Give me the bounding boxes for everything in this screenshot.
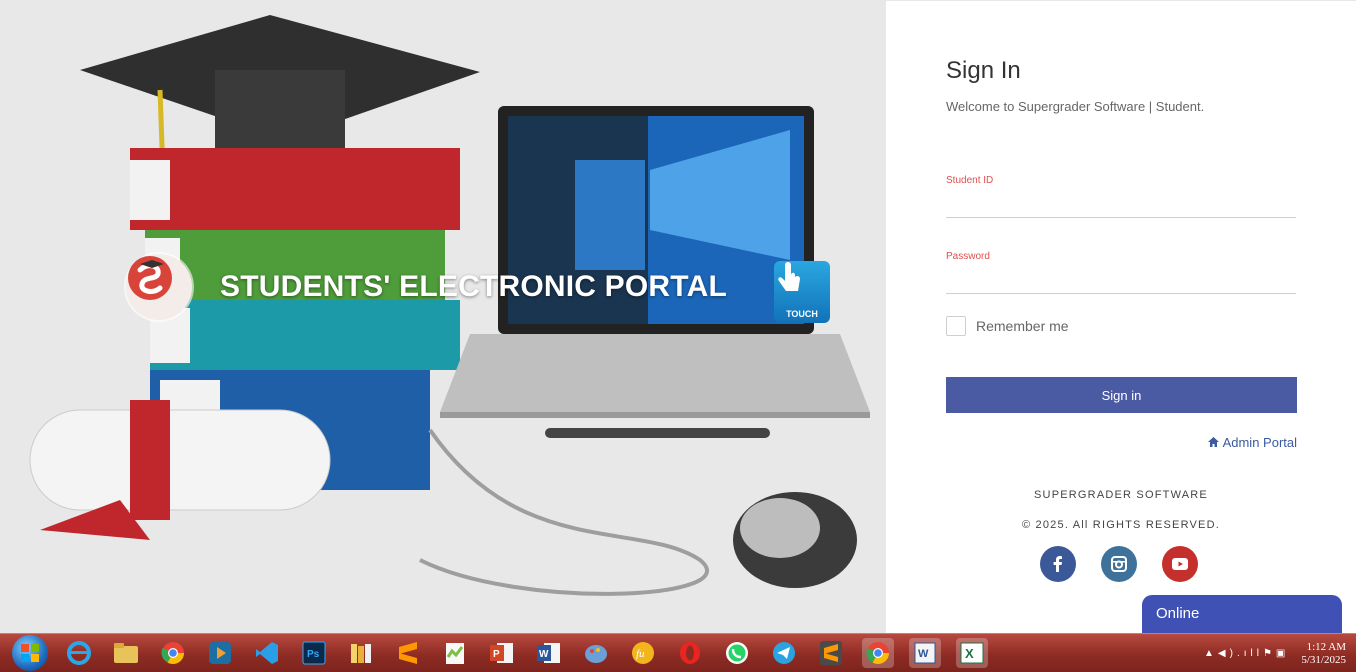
- remember-me-row: Remember me: [946, 316, 1069, 336]
- portal-title: STUDENTS' ELECTRONIC PORTAL: [220, 270, 727, 303]
- footer-rights: © 2025. All RIGHTS RESERVED.: [1021, 519, 1220, 531]
- remember-me-label: Remember me: [976, 318, 1069, 334]
- signal-icon[interactable]: .ıll: [1237, 648, 1263, 659]
- chrome-2-icon[interactable]: [862, 638, 894, 668]
- home-icon: [1207, 435, 1219, 450]
- online-chat-widget[interactable]: Online: [1142, 595, 1342, 634]
- word-document-icon[interactable]: W: [909, 638, 941, 668]
- portal-logo-icon: [126, 254, 192, 320]
- pointer-hand-icon: [778, 262, 800, 291]
- word-icon[interactable]: W: [533, 638, 565, 668]
- svg-text:X: X: [965, 646, 974, 661]
- svg-text:W: W: [918, 648, 929, 660]
- admin-portal-link[interactable]: Admin Portal: [1207, 435, 1297, 450]
- signin-subtitle: Welcome to Supergrader Software | Studen…: [946, 99, 1205, 114]
- student-id-input[interactable]: [946, 189, 1296, 215]
- svg-text:P: P: [493, 649, 500, 660]
- media-player-icon[interactable]: [204, 638, 236, 668]
- social-links: [1040, 546, 1223, 582]
- sublime-text-icon[interactable]: [392, 638, 424, 668]
- svg-text:Ps: Ps: [307, 649, 320, 660]
- show-hidden-icons-icon[interactable]: ▲: [1204, 648, 1218, 659]
- facebook-icon[interactable]: [1040, 546, 1076, 582]
- tray-icons: ▲ ◀) .ıll ⚑ ▣: [1204, 648, 1289, 659]
- screen: STUDENTS' ELECTRONIC PORTAL TOUCH Sign I…: [0, 0, 1356, 672]
- chrome-icon[interactable]: [157, 638, 189, 668]
- windows-taskbar: Ps P W fu W X ▲ ◀) .ıll ⚑ ▣ 1:12 AM 5/31…: [0, 633, 1356, 672]
- youtube-icon[interactable]: [1162, 546, 1198, 582]
- telegram-icon[interactable]: [768, 638, 800, 668]
- fujitsu-icon[interactable]: fu: [627, 638, 659, 668]
- signin-heading: Sign In: [946, 57, 1021, 84]
- sublime-text-2-icon[interactable]: [815, 638, 847, 668]
- file-explorer-icon[interactable]: [110, 638, 142, 668]
- portal-brand: STUDENTS' ELECTRONIC PORTAL: [126, 254, 727, 320]
- notepad-plus-icon[interactable]: [439, 638, 471, 668]
- admin-portal-label: Admin Portal: [1222, 435, 1297, 450]
- touch-label: TOUCH: [786, 309, 818, 319]
- photoshop-icon[interactable]: Ps: [298, 638, 330, 668]
- whatsapp-icon[interactable]: [721, 638, 753, 668]
- internet-explorer-icon[interactable]: [63, 638, 95, 668]
- opera-icon[interactable]: [674, 638, 706, 668]
- action-center-flag-icon[interactable]: ⚑: [1263, 648, 1276, 659]
- student-id-underline: [946, 217, 1296, 218]
- student-id-label: Student ID: [946, 175, 994, 186]
- touch-badge: TOUCH: [774, 261, 830, 323]
- taskbar-clock[interactable]: 1:12 AM 5/31/2025: [1301, 641, 1346, 667]
- start-button-icon[interactable]: [12, 635, 48, 671]
- online-chat-label: Online: [1156, 605, 1200, 622]
- volume-icon[interactable]: ◀): [1218, 648, 1237, 659]
- svg-text:fu: fu: [636, 648, 645, 660]
- footer-company: SUPERGRADER SOFTWARE: [1034, 489, 1208, 501]
- network-icon[interactable]: ▣: [1276, 648, 1289, 659]
- powerpoint-icon[interactable]: P: [486, 638, 518, 668]
- instagram-icon[interactable]: [1101, 546, 1137, 582]
- vs-code-icon[interactable]: [251, 638, 283, 668]
- clock-date: 5/31/2025: [1301, 653, 1346, 666]
- clock-time: 1:12 AM: [1306, 640, 1346, 653]
- password-input[interactable]: [946, 266, 1296, 292]
- password-underline: [946, 293, 1296, 294]
- library-icon[interactable]: [345, 638, 377, 668]
- svg-text:W: W: [539, 649, 549, 660]
- signin-panel: Sign In Welcome to Supergrader Software …: [886, 0, 1356, 634]
- hero-illustration: STUDENTS' ELECTRONIC PORTAL TOUCH: [0, 0, 886, 633]
- paint-icon[interactable]: [580, 638, 612, 668]
- system-tray: ▲ ◀) .ıll ⚑ ▣ 1:12 AM 5/31/2025: [1204, 634, 1346, 672]
- signin-button[interactable]: Sign in: [946, 377, 1297, 413]
- spreadsheet-icon[interactable]: X: [956, 638, 988, 668]
- remember-me-checkbox[interactable]: [946, 316, 966, 336]
- password-label: Password: [946, 251, 990, 262]
